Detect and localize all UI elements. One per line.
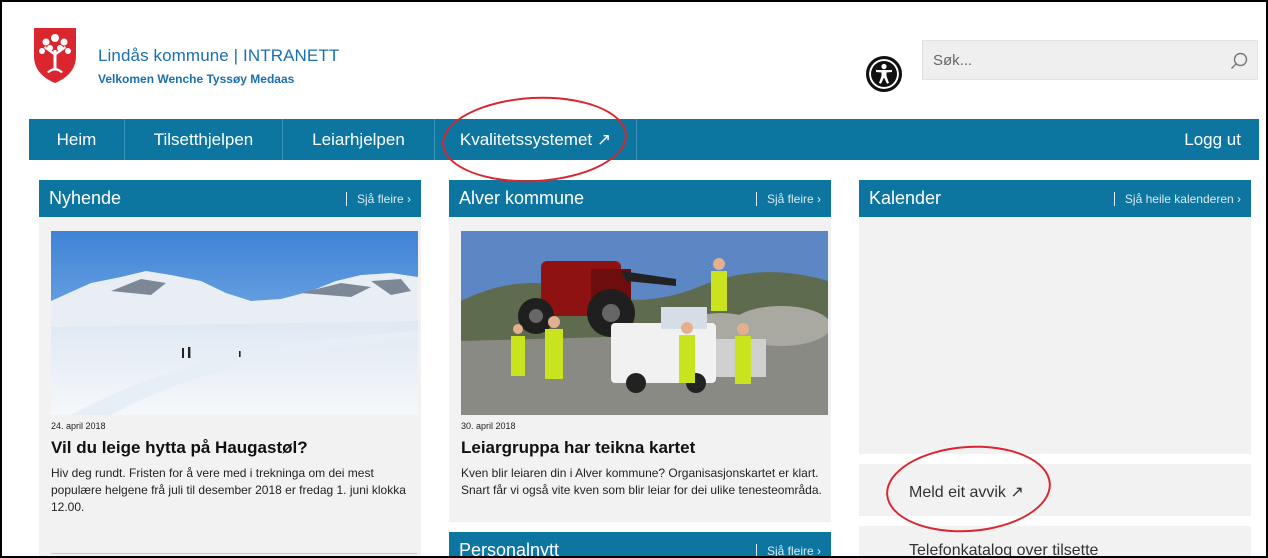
alver-column: Alver kommune Sjå fleire › 30. april 201…	[449, 180, 831, 522]
news-body: Hiv deg rundt. Fristen for å vere med i …	[51, 466, 406, 514]
main-nav: Heim Tilsetthjelpen Leiarhjelpen Kvalite…	[29, 119, 1259, 160]
site-title[interactable]: Lindås kommune | INTRANETT	[98, 46, 339, 66]
calendar-more-link[interactable]: Sjå heile kalenderen ›	[1113, 192, 1241, 206]
search-box	[922, 40, 1258, 80]
personal-column: Personalnytt Sjå fleire ›	[449, 532, 831, 558]
alver-header: Alver kommune Sjå fleire ›	[449, 180, 831, 217]
annotation-circle-avvik	[883, 440, 1054, 538]
news-title: Nyhende	[49, 188, 122, 208]
news-date: 24. april 2018	[51, 421, 106, 431]
phonebook-link[interactable]: Telefonkatalog over tilsette	[909, 542, 1098, 556]
calendar-header: Kalender Sjå heile kalenderen ›	[859, 180, 1251, 217]
search-icon[interactable]	[1229, 51, 1249, 71]
news-headline[interactable]: Vil du leige hytta på Haugastøl?	[51, 438, 308, 458]
logout-link[interactable]: Logg ut	[1184, 119, 1241, 160]
page-frame: Lindås kommune | INTRANETT Velkomen Wenc…	[0, 0, 1268, 558]
municipality-crest-logo[interactable]	[32, 26, 78, 84]
alver-title: Alver kommune	[459, 188, 585, 208]
news-more-link[interactable]: Sjå fleire ›	[345, 192, 411, 206]
nav-item-leiarhjelpen[interactable]: Leiarhjelpen	[283, 119, 435, 160]
personal-header: Personalnytt Sjå fleire ›	[449, 532, 831, 558]
accessibility-icon[interactable]	[866, 56, 902, 92]
news-divider	[51, 553, 417, 554]
leader-group-photo[interactable]	[461, 231, 828, 415]
nav-item-tilsetthjelpen[interactable]: Tilsetthjelpen	[125, 119, 283, 160]
nav-item-heim[interactable]: Heim	[29, 119, 125, 160]
calendar-column: Kalender Sjå heile kalenderen ›	[859, 180, 1251, 454]
alver-headline[interactable]: Leiargruppa har teikna kartet	[461, 438, 695, 458]
snow-landscape-image[interactable]	[51, 231, 418, 415]
alver-body: Kven blir leiaren din i Alver kommune? O…	[461, 466, 822, 497]
welcome-text: Velkomen Wenche Tyssøy Medaas	[98, 72, 295, 86]
phonebook-box: Telefonkatalog over tilsette	[859, 526, 1251, 556]
calendar-title: Kalender	[869, 188, 942, 208]
search-input[interactable]	[923, 41, 1213, 79]
news-header: Nyhende Sjå fleire ›	[39, 180, 421, 217]
site-header: Lindås kommune | INTRANETT Velkomen Wenc…	[26, 20, 1266, 108]
personal-more-link[interactable]: Sjå fleire ›	[755, 544, 821, 556]
alver-more-link[interactable]: Sjå fleire ›	[755, 192, 821, 206]
personal-title: Personalnytt	[459, 540, 560, 558]
alver-date: 30. april 2018	[461, 421, 516, 431]
news-column: Nyhende Sjå fleire › 24. april 2018 Vil …	[39, 180, 421, 556]
